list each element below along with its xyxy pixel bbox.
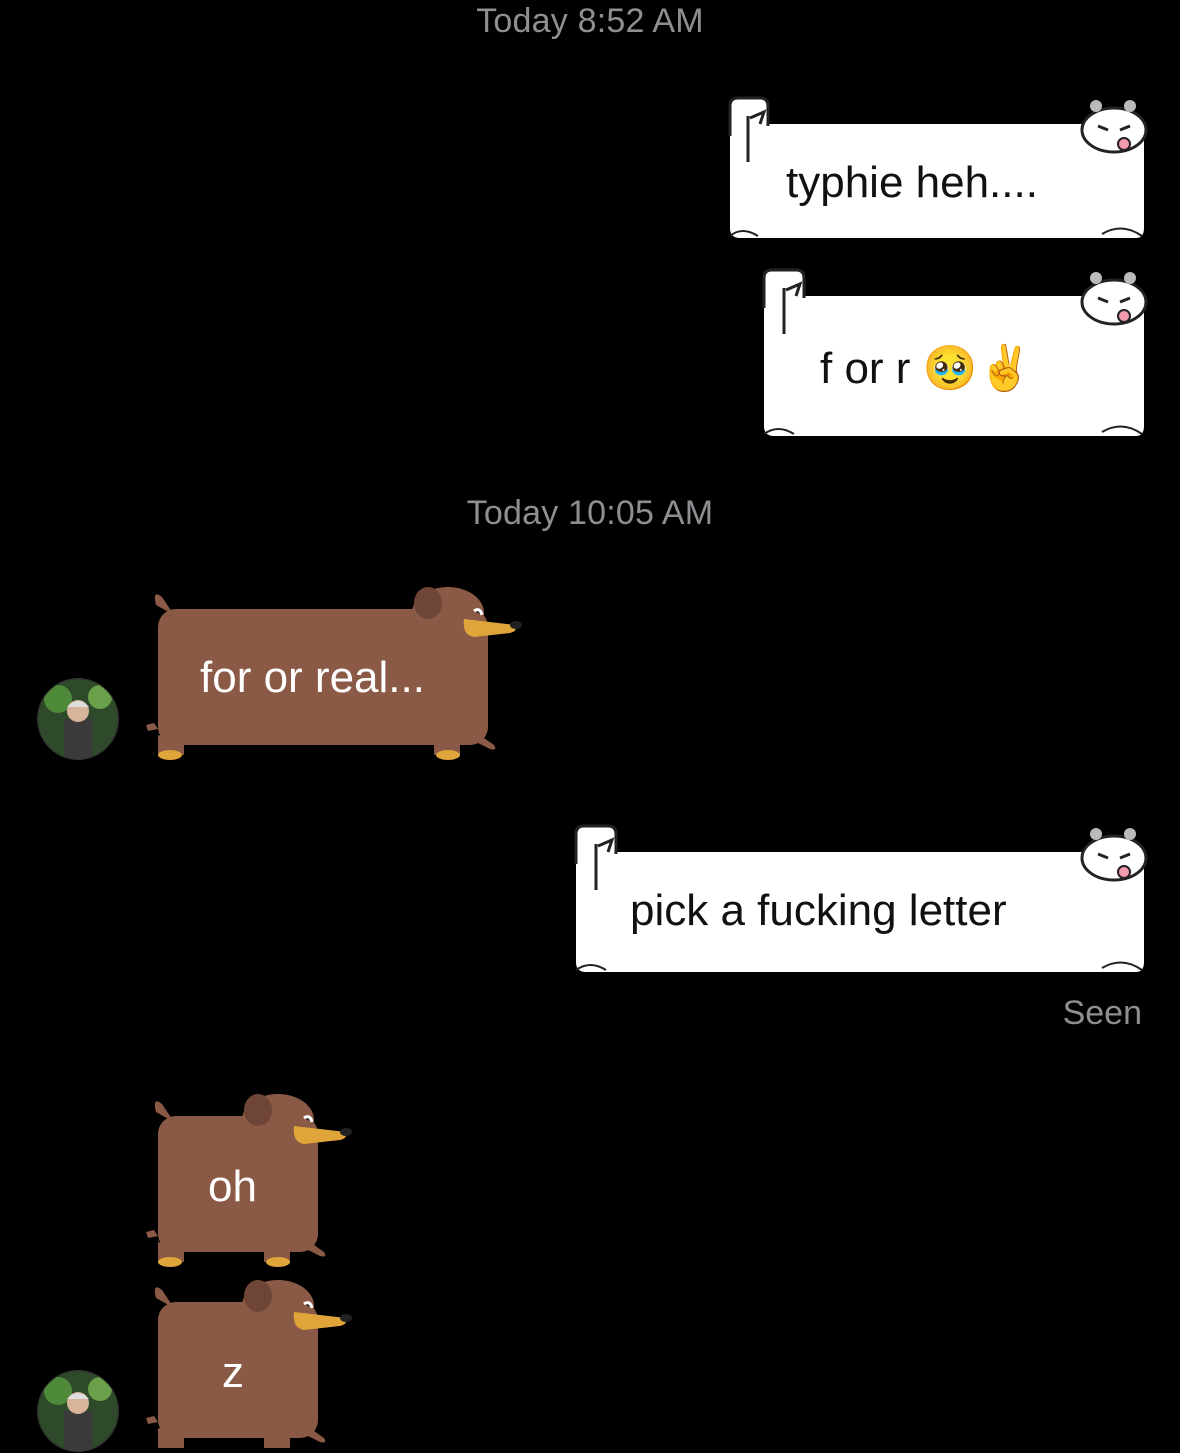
outgoing-message-bubble[interactable]: f or r 🥹✌️ xyxy=(760,268,1148,438)
message-text: f or r xyxy=(820,344,911,393)
contact-avatar[interactable] xyxy=(37,678,119,760)
avatar-photo-icon xyxy=(38,1371,118,1451)
message-text: oh xyxy=(208,1162,257,1211)
message-text: pick a fucking letter xyxy=(630,886,1007,935)
incoming-message-bubble[interactable]: oh xyxy=(144,1092,354,1267)
outgoing-message-bubble[interactable]: typhie heh.... xyxy=(724,96,1148,248)
message-text: z xyxy=(222,1348,244,1397)
message-text: typhie heh.... xyxy=(786,158,1038,207)
dachshund-bubble-icon xyxy=(146,1280,352,1448)
incoming-message-bubble[interactable]: z xyxy=(144,1278,354,1450)
outgoing-message-bubble[interactable]: pick a fucking letter xyxy=(572,824,1148,974)
message-text: for or real... xyxy=(200,653,425,702)
timestamp: Today 10:05 AM xyxy=(466,494,714,532)
incoming-message-bubble[interactable]: for or real... xyxy=(144,585,524,760)
timestamp: Today 8:52 AM xyxy=(476,2,704,40)
avatar-photo-icon xyxy=(38,679,118,759)
emoji: 🥹✌️ xyxy=(922,343,1033,394)
read-receipt: Seen xyxy=(1062,994,1142,1032)
contact-avatar[interactable] xyxy=(37,1370,119,1452)
